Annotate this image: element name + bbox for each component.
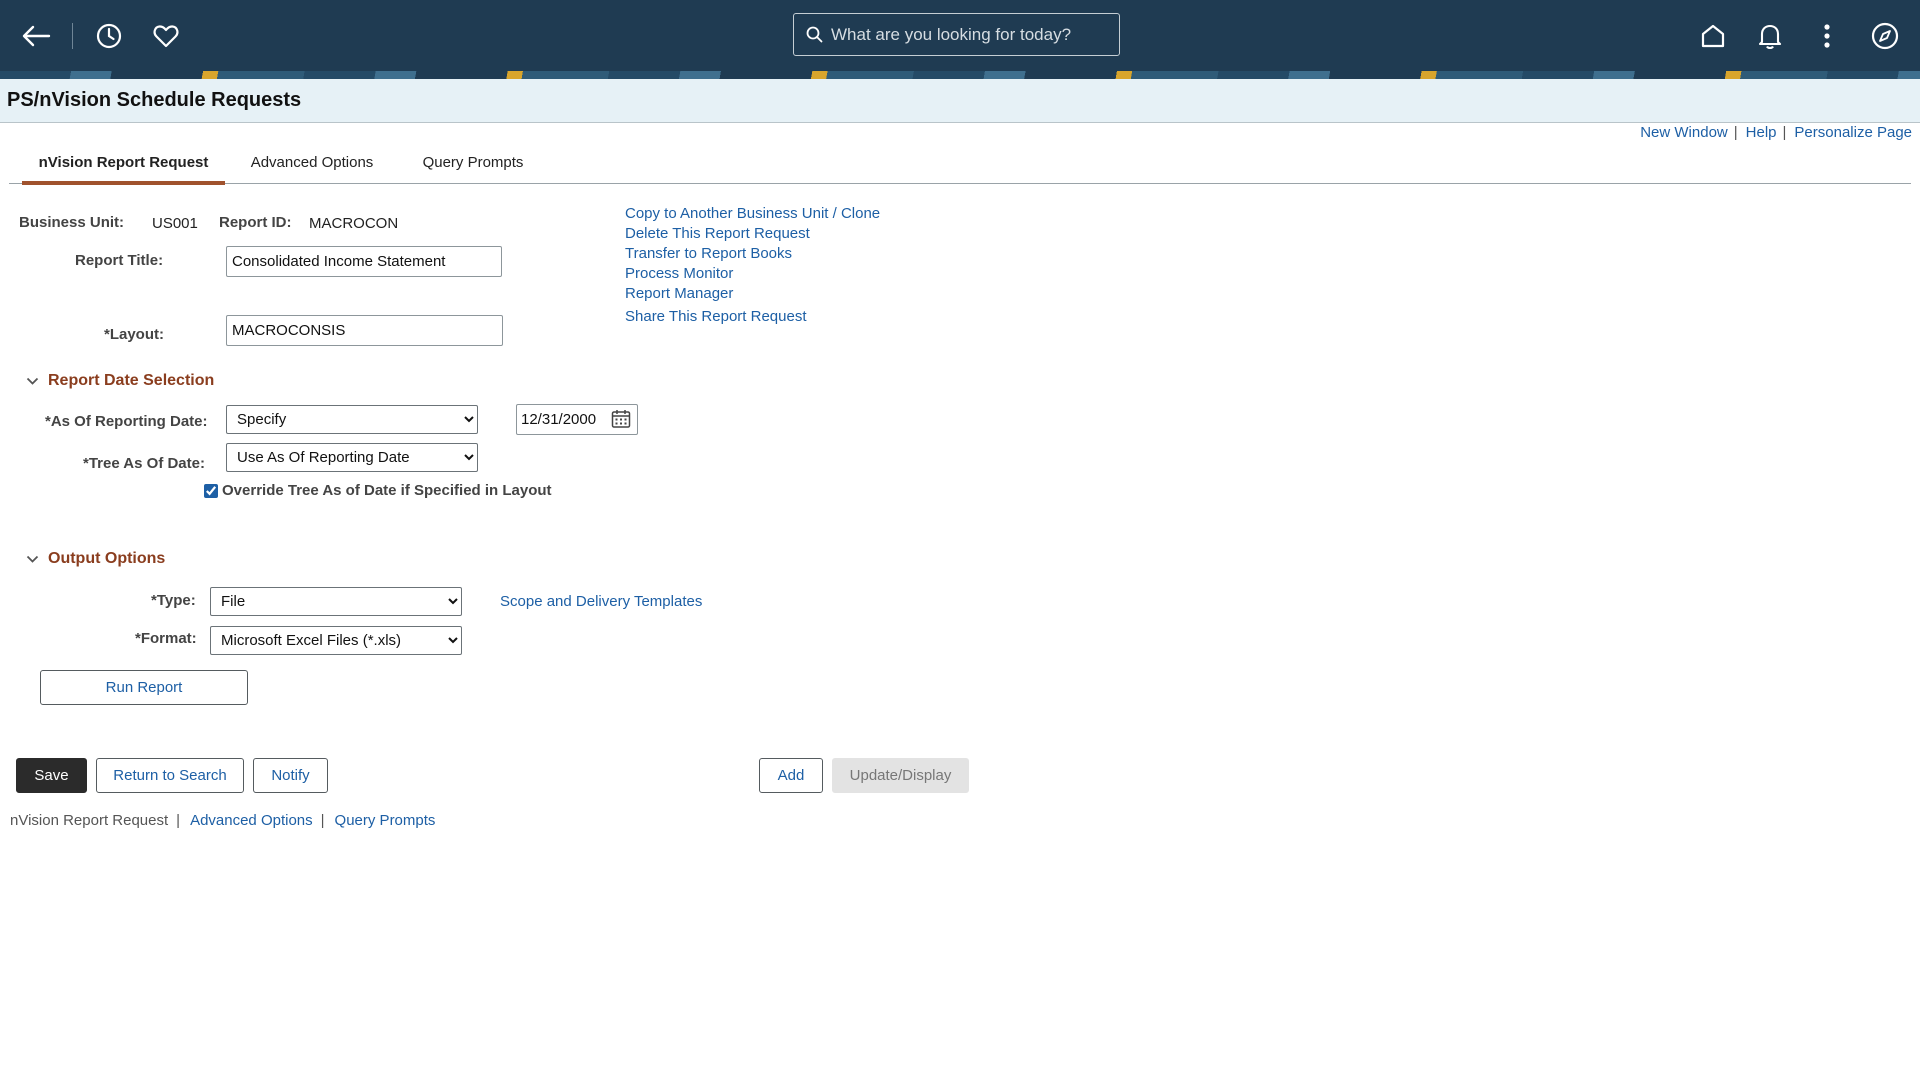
report-title-input[interactable] — [226, 246, 502, 277]
top-navigation-bar — [0, 0, 1920, 71]
override-tree-date-checkbox[interactable] — [204, 483, 218, 498]
footer-query-prompts-link[interactable]: Query Prompts — [335, 812, 436, 829]
as-of-date-field[interactable] — [516, 404, 638, 435]
report-id-label: Report ID: — [219, 214, 292, 231]
page-title-bar: PS/nVision Schedule Requests — [0, 79, 1920, 123]
tree-as-of-date-label: *Tree As Of Date: — [83, 455, 205, 472]
tab-advanced-options[interactable]: Advanced Options — [241, 152, 383, 181]
navigator-compass-icon[interactable] — [1865, 16, 1905, 56]
output-format-select[interactable]: Microsoft Excel Files (*.xls) — [210, 626, 462, 655]
delete-report-request-link[interactable]: Delete This Report Request — [625, 225, 810, 242]
as-of-reporting-date-select[interactable]: Specify — [226, 405, 478, 434]
link-separator: | — [320, 812, 325, 829]
page-tabs: nVision Report Request Advanced Options … — [9, 150, 1911, 185]
more-actions-icon[interactable] — [1807, 16, 1847, 56]
page-utility-links: New Window | Help | Personalize Page — [1640, 124, 1912, 141]
chevron-down-icon — [26, 377, 39, 386]
run-report-button[interactable]: Run Report — [40, 670, 248, 705]
tree-as-of-date-select[interactable]: Use As Of Reporting Date — [226, 443, 478, 472]
section-title: Report Date Selection — [48, 372, 215, 389]
override-tree-date-label: Override Tree As of Date if Specified in… — [222, 482, 552, 499]
tab-nvision-report-request[interactable]: nVision Report Request — [22, 152, 225, 185]
help-link[interactable]: Help — [1746, 124, 1777, 141]
footer-advanced-options-link[interactable]: Advanced Options — [190, 812, 313, 829]
new-window-link[interactable]: New Window — [1640, 124, 1728, 141]
toolbar-divider — [72, 23, 73, 49]
search-icon — [806, 26, 823, 43]
notifications-bell-icon[interactable] — [1750, 16, 1790, 56]
layout-label: *Layout: — [104, 326, 164, 343]
business-unit-label: Business Unit: — [19, 214, 125, 231]
report-date-selection-header[interactable]: Report Date Selection — [26, 372, 214, 390]
scope-delivery-templates-link[interactable]: Scope and Delivery Templates — [500, 593, 702, 610]
chevron-down-icon — [26, 555, 39, 564]
output-format-label: *Format: — [135, 630, 197, 647]
transfer-to-report-books-link[interactable]: Transfer to Report Books — [625, 245, 792, 262]
save-button[interactable]: Save — [16, 758, 87, 793]
home-icon[interactable] — [1693, 16, 1733, 56]
notify-button[interactable]: Notify — [253, 758, 328, 793]
footer-tab-navigation: nVision Report Request | Advanced Options |… — [10, 812, 435, 829]
output-options-header[interactable]: Output Options — [26, 550, 165, 568]
override-tree-date-option[interactable]: Override Tree As of Date if Specified in… — [204, 482, 552, 499]
add-button[interactable]: Add — [759, 758, 823, 793]
output-type-select[interactable]: File — [210, 587, 462, 616]
global-search[interactable] — [793, 13, 1120, 56]
link-separator: | — [1733, 124, 1738, 141]
header-banner-pattern — [0, 71, 1920, 79]
personalize-page-link[interactable]: Personalize Page — [1794, 124, 1912, 141]
as-of-date-input[interactable] — [517, 405, 613, 434]
process-monitor-link[interactable]: Process Monitor — [625, 265, 733, 282]
tab-query-prompts[interactable]: Query Prompts — [408, 152, 538, 181]
link-separator: | — [1782, 124, 1787, 141]
link-separator: | — [176, 812, 181, 829]
calendar-icon[interactable] — [611, 409, 631, 434]
output-type-label: *Type: — [151, 592, 196, 609]
page-title: PS/nVision Schedule Requests — [7, 89, 302, 111]
footer-current-page: nVision Report Request — [10, 812, 169, 829]
favorites-heart-icon[interactable] — [146, 16, 186, 56]
report-id-value: MACROCON — [309, 215, 399, 232]
section-title: Output Options — [48, 550, 166, 567]
copy-clone-link[interactable]: Copy to Another Business Unit / Clone — [625, 205, 880, 222]
update-display-button: Update/Display — [832, 758, 969, 793]
layout-input[interactable] — [226, 315, 503, 346]
report-title-label: Report Title: — [75, 252, 164, 269]
business-unit-value: US001 — [152, 215, 198, 232]
back-arrow-icon[interactable] — [16, 16, 56, 56]
search-input[interactable] — [829, 23, 1113, 46]
report-manager-link[interactable]: Report Manager — [625, 285, 733, 302]
history-clock-icon[interactable] — [89, 16, 129, 56]
return-to-search-button[interactable]: Return to Search — [96, 758, 244, 793]
share-report-request-link[interactable]: Share This Report Request — [625, 308, 807, 325]
as-of-reporting-date-label: *As Of Reporting Date: — [45, 413, 208, 430]
